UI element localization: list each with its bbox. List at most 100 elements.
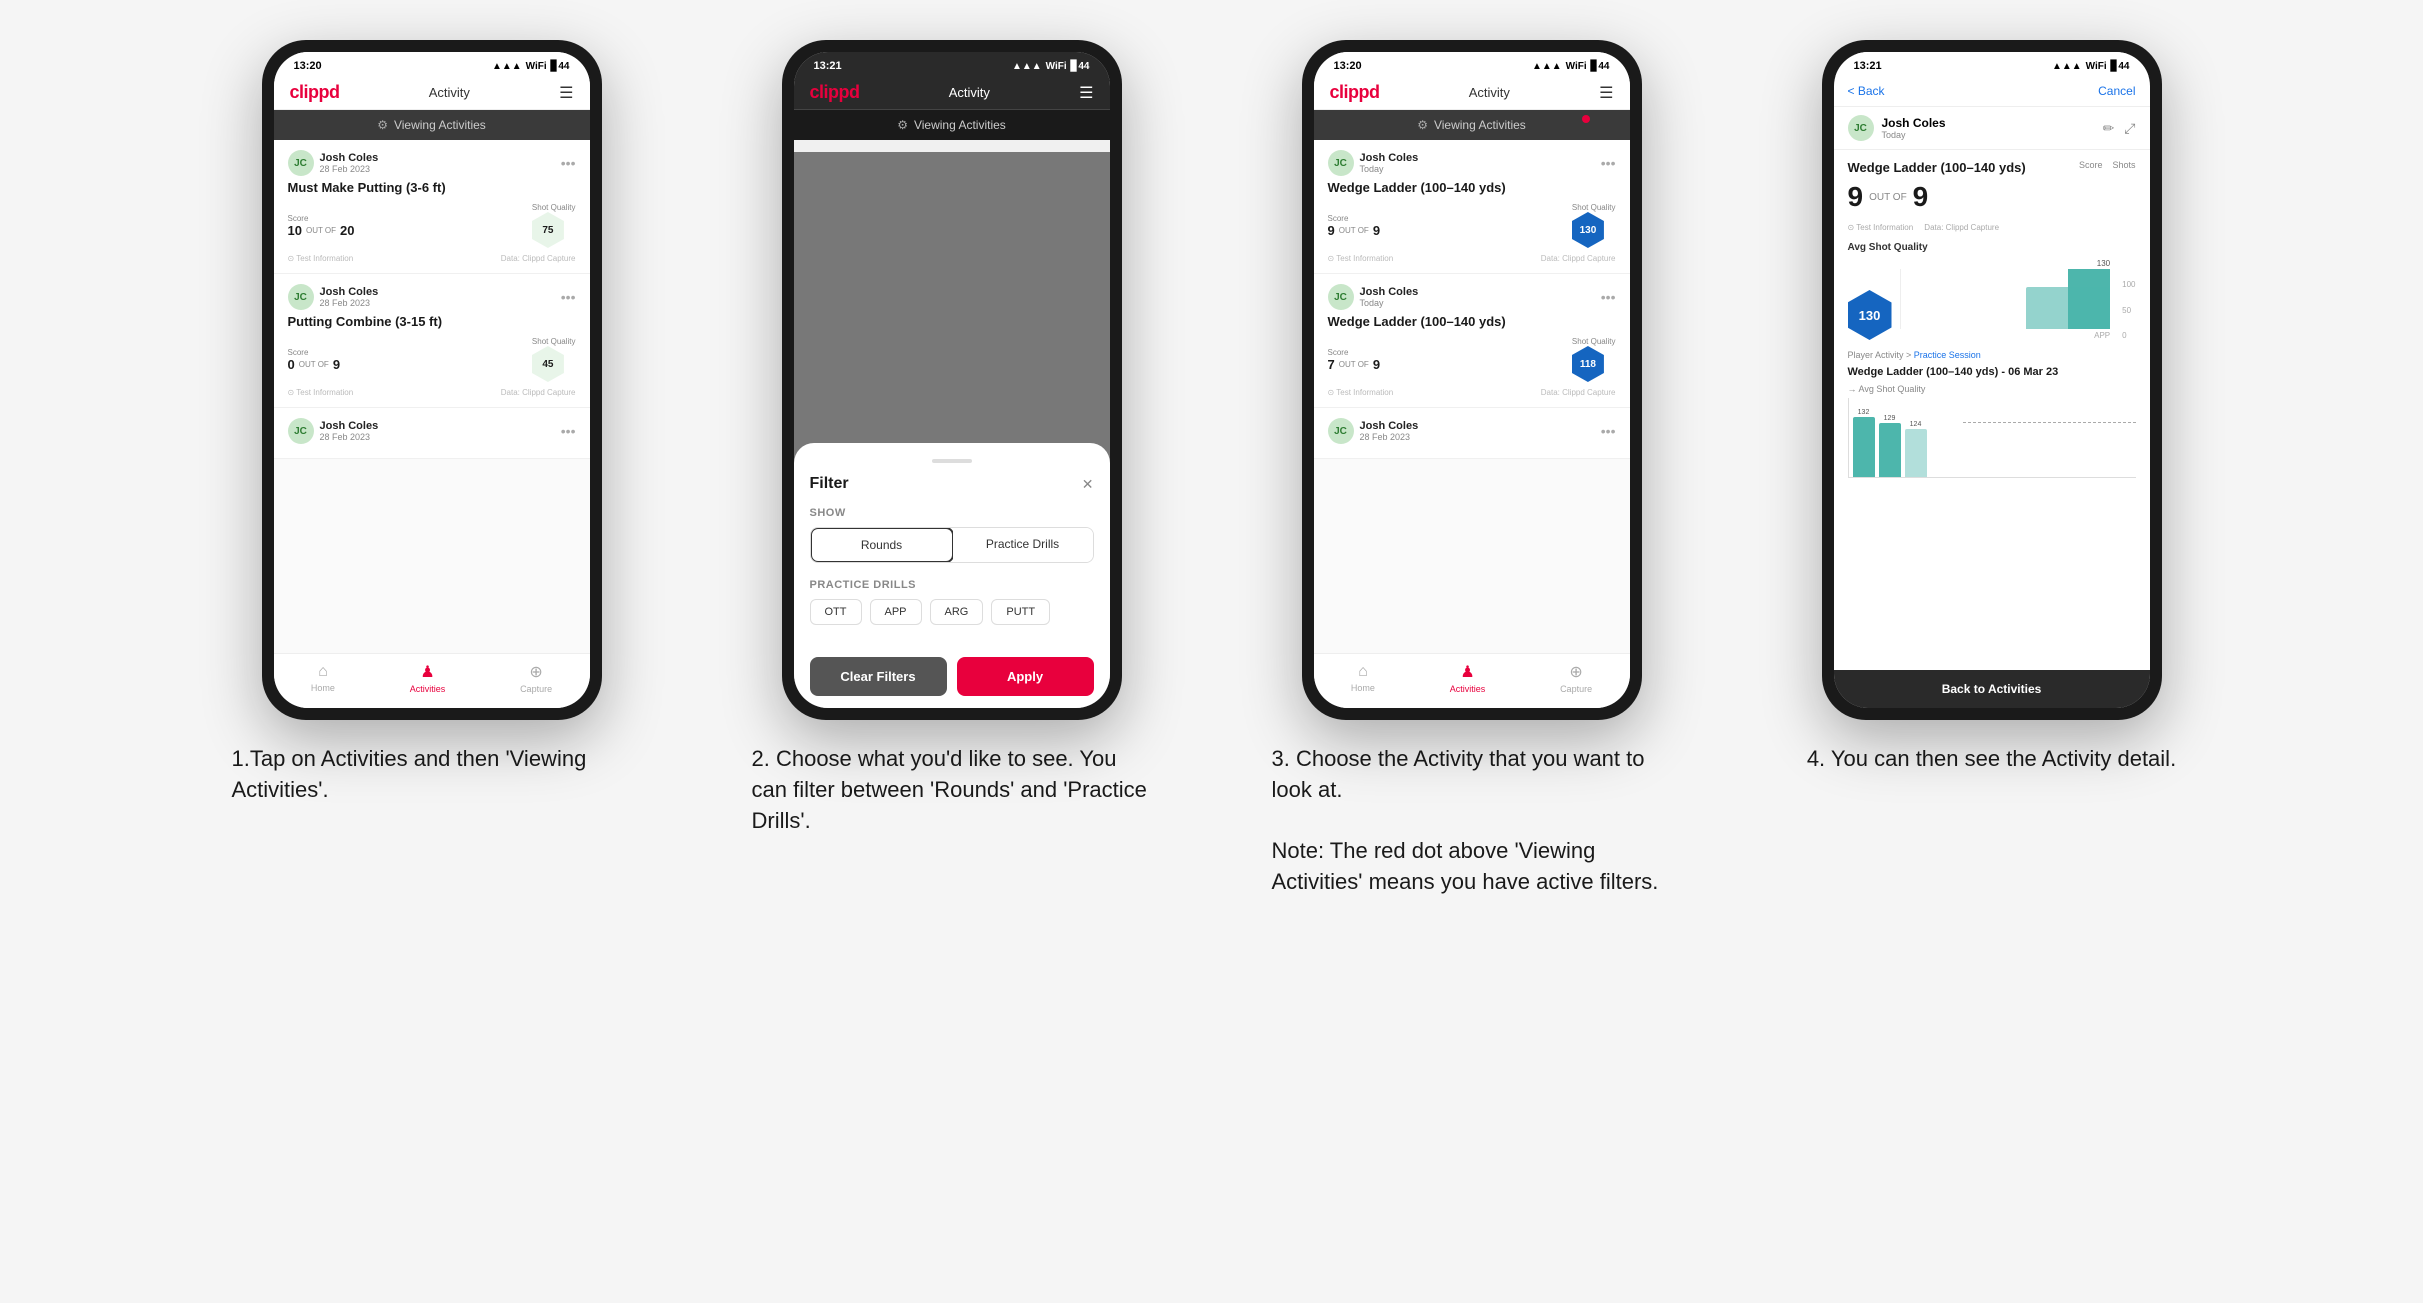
nav-title-3: Activity bbox=[1469, 85, 1510, 100]
drill-tag-ott[interactable]: OTT bbox=[810, 599, 862, 625]
home-label-3: Home bbox=[1351, 683, 1375, 693]
hamburger-3[interactable]: ☰ bbox=[1599, 83, 1613, 103]
home-icon-1: ⌂ bbox=[318, 663, 328, 681]
user-name-3-2: Josh Coles bbox=[1360, 286, 1419, 298]
status-icons-3: ▲▲▲ WiFi ▊44 bbox=[1532, 61, 1610, 72]
user-date-3-3: 28 Feb 2023 bbox=[1360, 432, 1419, 442]
phone-2: 13:21 ▲▲▲ WiFi ▊44 clippd Activity ☰ ⚙ bbox=[782, 40, 1122, 720]
user-date-1-1: 28 Feb 2023 bbox=[320, 164, 379, 174]
nav-title-2: Activity bbox=[949, 85, 990, 100]
drill-tag-app[interactable]: APP bbox=[870, 599, 922, 625]
more-dots-3-3[interactable]: ••• bbox=[1601, 423, 1616, 439]
battery-icon-4: ▊44 bbox=[2111, 61, 2130, 72]
activities-label-3: Activities bbox=[1450, 684, 1486, 694]
score-value-1-2: 0 bbox=[288, 357, 295, 372]
top-nav-3: clippd Activity ☰ bbox=[1314, 76, 1630, 110]
activity-card-1-3[interactable]: JC Josh Coles 28 Feb 2023 ••• bbox=[274, 408, 590, 459]
more-dots-3-1[interactable]: ••• bbox=[1601, 155, 1616, 171]
chart-y-labels-4: 100 50 0 bbox=[2122, 280, 2135, 340]
avg-sq-label-4: → Avg Shot Quality bbox=[1848, 384, 2136, 394]
toggle-row: Rounds Practice Drills bbox=[810, 527, 1094, 563]
outof-1-1: OUT OF bbox=[306, 226, 336, 235]
score-label-1-1: Score bbox=[288, 214, 355, 223]
wifi-icon-4: WiFi bbox=[2086, 61, 2107, 72]
outof-4: OUT OF bbox=[1869, 192, 1907, 203]
caption-3: 3. Choose the Activity that you want to … bbox=[1272, 744, 1672, 898]
info-right-3-2: Data: Clippd Capture bbox=[1541, 388, 1616, 397]
nav-capture-3[interactable]: ⊕ Capture bbox=[1560, 662, 1592, 694]
cancel-btn-4[interactable]: Cancel bbox=[2098, 84, 2135, 98]
sq-badge-3-2: 118 bbox=[1572, 346, 1604, 382]
back-activities-btn-4[interactable]: Back to Activities bbox=[1834, 670, 2150, 708]
score-label-1-2: Score bbox=[288, 348, 341, 357]
avg-quality-section-4: Avg Shot Quality 130 130 bbox=[1848, 242, 2136, 340]
user-name-1-1: Josh Coles bbox=[320, 152, 379, 164]
more-dots-3-2[interactable]: ••• bbox=[1601, 289, 1616, 305]
rounds-btn[interactable]: Rounds bbox=[810, 527, 954, 563]
red-dot-3 bbox=[1582, 115, 1590, 123]
top-nav-2: clippd Activity ☰ bbox=[794, 76, 1110, 110]
shots-value-1-2: 9 bbox=[333, 357, 340, 372]
battery-icon-3: ▊44 bbox=[1591, 61, 1610, 72]
drill-tag-putt[interactable]: PUTT bbox=[991, 599, 1050, 625]
banner-text-3: Viewing Activities bbox=[1434, 118, 1526, 132]
phone-1: 13:20 ▲▲▲ WiFi ▊44 clippd Activity ☰ ⚙ bbox=[262, 40, 602, 720]
more-dots-1-3[interactable]: ••• bbox=[561, 423, 576, 439]
chart-bar-label-4: APP bbox=[1900, 331, 2111, 340]
step-1-container: 13:20 ▲▲▲ WiFi ▊44 clippd Activity ☰ ⚙ bbox=[192, 40, 672, 806]
nav-home-1[interactable]: ⌂ Home bbox=[311, 663, 335, 693]
page-container: 13:20 ▲▲▲ WiFi ▊44 clippd Activity ☰ ⚙ bbox=[192, 40, 2232, 898]
drill-tag-arg[interactable]: ARG bbox=[930, 599, 984, 625]
expand-icon-4[interactable]: ⤢ bbox=[2124, 120, 2135, 137]
shots-value-1-1: 20 bbox=[340, 223, 354, 238]
status-time-2: 13:21 bbox=[814, 60, 842, 72]
activity-card-3-1[interactable]: JC Josh Coles Today ••• Wedge Ladder (10… bbox=[1314, 140, 1630, 274]
modal-actions: Clear Filters Apply bbox=[810, 645, 1094, 708]
status-icons-4: ▲▲▲ WiFi ▊44 bbox=[2052, 61, 2130, 72]
nav-activities-3[interactable]: ♟ Activities bbox=[1450, 662, 1486, 694]
bottom-nav-1: ⌂ Home ♟ Activities ⊕ Capture bbox=[274, 653, 590, 708]
avatar-3-1: JC bbox=[1328, 150, 1354, 176]
signal-icon-3: ▲▲▲ bbox=[1532, 61, 1562, 72]
viewing-banner-3[interactable]: ⚙ Viewing Activities bbox=[1314, 110, 1630, 140]
back-btn-4[interactable]: < Back bbox=[1848, 84, 1885, 98]
info-left-3-2: ⊙ Test Information bbox=[1328, 388, 1394, 397]
activity-card-1-1[interactable]: JC Josh Coles 28 Feb 2023 ••• Must Make … bbox=[274, 140, 590, 274]
viewing-banner-2[interactable]: ⚙ Viewing Activities bbox=[794, 110, 1110, 140]
avatar-1-3: JC bbox=[288, 418, 314, 444]
drill-session-title-4: Wedge Ladder (100–140 yds) - 06 Mar 23 bbox=[1848, 366, 2136, 378]
show-label: Show bbox=[810, 507, 1094, 519]
status-bar-4: 13:21 ▲▲▲ WiFi ▊44 bbox=[1834, 52, 2150, 76]
practice-session-link-4[interactable]: Practice Session bbox=[1914, 350, 1981, 360]
score-big-4: 9 bbox=[1848, 181, 1864, 213]
activity-card-1-2[interactable]: JC Josh Coles 28 Feb 2023 ••• Putting Co… bbox=[274, 274, 590, 408]
close-btn[interactable]: ✕ bbox=[1082, 476, 1094, 493]
info-right-3-1: Data: Clippd Capture bbox=[1541, 254, 1616, 263]
home-label-1: Home bbox=[311, 683, 335, 693]
sq-label-1-1: Shot Quality bbox=[532, 203, 576, 212]
activity-title-3-2: Wedge Ladder (100–140 yds) bbox=[1328, 314, 1616, 329]
practice-drills-btn[interactable]: Practice Drills bbox=[953, 528, 1093, 562]
more-dots-1-1[interactable]: ••• bbox=[561, 155, 576, 171]
caption-1: 1.Tap on Activities and then 'Viewing Ac… bbox=[232, 744, 632, 806]
activity-card-3-3[interactable]: JC Josh Coles 28 Feb 2023 ••• bbox=[1314, 408, 1630, 459]
edit-icon-4[interactable]: ✏ bbox=[2103, 120, 2115, 137]
nav-home-3[interactable]: ⌂ Home bbox=[1351, 663, 1375, 693]
apply-btn[interactable]: Apply bbox=[957, 657, 1094, 696]
filter-icon-1: ⚙ bbox=[377, 118, 388, 132]
nav-capture-1[interactable]: ⊕ Capture bbox=[520, 662, 552, 694]
sq-badge-1-1: 75 bbox=[532, 212, 564, 248]
filter-icon-2: ⚙ bbox=[897, 118, 908, 132]
more-dots-1-2[interactable]: ••• bbox=[561, 289, 576, 305]
signal-icon-1: ▲▲▲ bbox=[492, 61, 522, 72]
activity-card-3-2[interactable]: JC Josh Coles Today ••• Wedge Ladder (10… bbox=[1314, 274, 1630, 408]
status-bar-2: 13:21 ▲▲▲ WiFi ▊44 bbox=[794, 52, 1110, 76]
hamburger-2[interactable]: ☰ bbox=[1079, 83, 1093, 103]
hamburger-1[interactable]: ☰ bbox=[559, 83, 573, 103]
bar-2-4 bbox=[1879, 423, 1901, 477]
nav-activities-1[interactable]: ♟ Activities bbox=[410, 662, 446, 694]
viewing-banner-1[interactable]: ⚙ Viewing Activities bbox=[274, 110, 590, 140]
clear-filters-btn[interactable]: Clear Filters bbox=[810, 657, 947, 696]
practice-drills-section: Practice Drills bbox=[810, 579, 1094, 591]
phone-3: 13:20 ▲▲▲ WiFi ▊44 clippd Activity ☰ ⚙ bbox=[1302, 40, 1642, 720]
